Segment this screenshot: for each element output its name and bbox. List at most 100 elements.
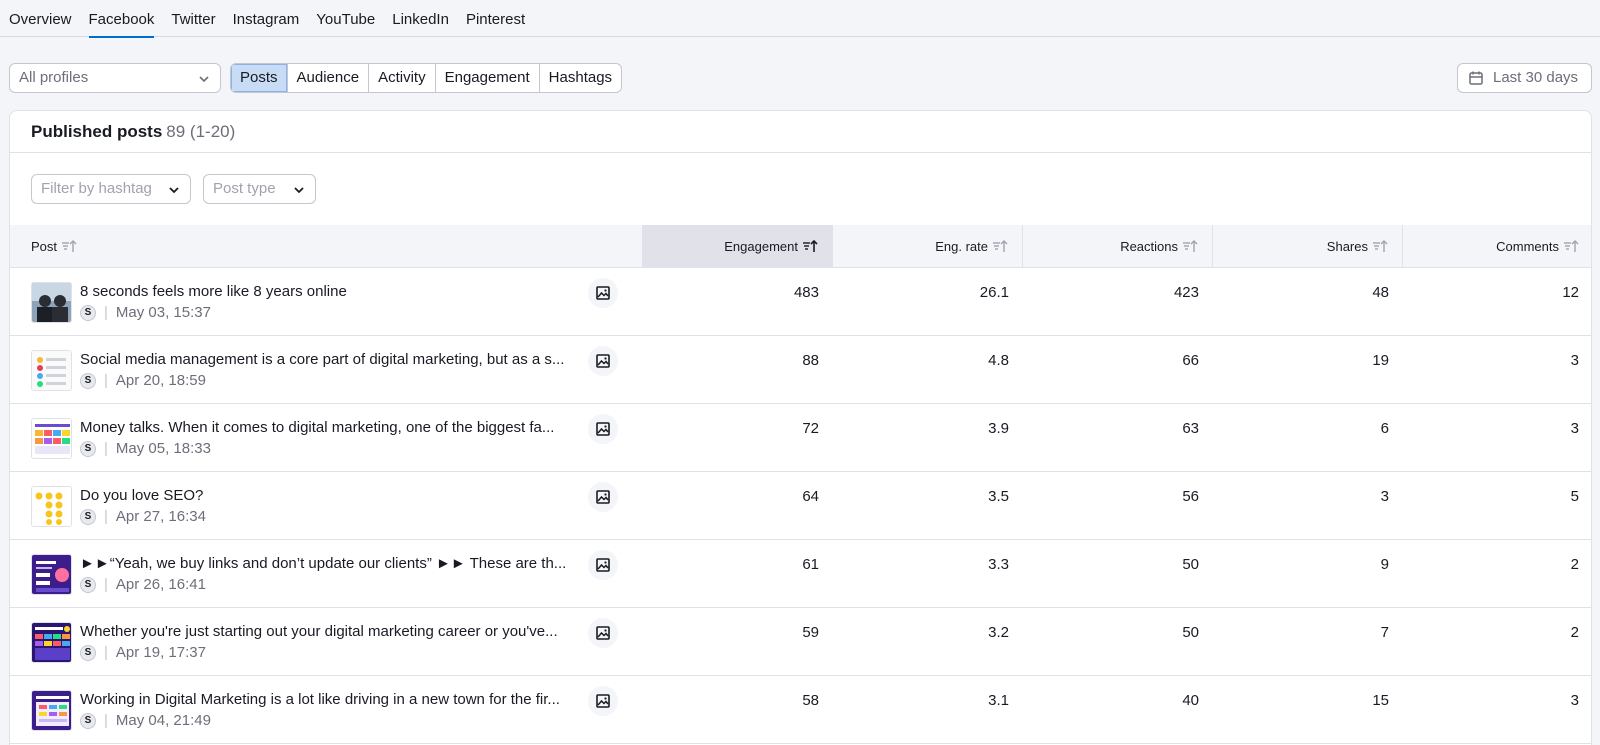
cell-shares: 3: [1380, 488, 1389, 505]
post-thumbnail[interactable]: [31, 622, 72, 663]
post-type-image[interactable]: [588, 346, 618, 376]
divider: |: [104, 644, 108, 661]
divider: |: [104, 304, 108, 321]
cell-engagement: 483: [793, 284, 819, 301]
post-thumbnail[interactable]: [31, 350, 72, 391]
cell-comments: 5: [1570, 488, 1579, 505]
column-shares[interactable]: Shares: [1213, 225, 1403, 268]
post-meta: S | May 03, 15:37: [80, 304, 211, 321]
tab-pinterest[interactable]: Pinterest: [466, 0, 525, 37]
column-post-label: Post: [31, 239, 58, 254]
table-header: Post Engagement Eng. rate Reactions Shar…: [10, 225, 1591, 268]
post-text[interactable]: 8 seconds feels more like 8 years online: [80, 283, 585, 300]
profile-badge: S: [80, 440, 96, 457]
hashtag-filter[interactable]: Filter by hashtag: [31, 174, 191, 204]
post-thumbnail[interactable]: [31, 282, 72, 323]
tab-instagram[interactable]: Instagram: [233, 0, 300, 37]
segment-audience[interactable]: Audience: [288, 64, 370, 92]
cell-engagement: 72: [802, 420, 819, 437]
tab-youtube[interactable]: YouTube: [316, 0, 375, 37]
post-text[interactable]: Whether you're just starting out your di…: [80, 623, 585, 640]
cell-eng-rate: 3.3: [988, 556, 1009, 573]
table-row[interactable]: Whether you're just starting out your di…: [10, 608, 1591, 676]
post-meta: S | Apr 26, 16:41: [80, 576, 206, 593]
cell-eng-rate: 4.8: [988, 352, 1009, 369]
post-type-image[interactable]: [588, 278, 618, 308]
table-row[interactable]: Money talks. When it comes to digital ma…: [10, 404, 1591, 472]
profile-badge: S: [80, 644, 96, 661]
post-meta: S | Apr 27, 16:34: [80, 508, 206, 525]
cell-reactions: 63: [1182, 420, 1199, 437]
tab-linkedin[interactable]: LinkedIn: [392, 0, 449, 37]
post-type-image[interactable]: [588, 550, 618, 580]
post-text[interactable]: Money talks. When it comes to digital ma…: [80, 419, 585, 436]
cell-shares: 15: [1372, 692, 1389, 709]
cell-comments: 2: [1570, 556, 1579, 573]
profile-select[interactable]: All profiles: [9, 63, 221, 93]
segment-hashtags[interactable]: Hashtags: [540, 64, 621, 92]
column-post[interactable]: Post: [10, 225, 643, 268]
post-thumbnail[interactable]: [31, 554, 72, 595]
post-meta: S | May 04, 21:49: [80, 712, 211, 729]
divider: |: [104, 576, 108, 593]
post-thumbnail[interactable]: [31, 486, 72, 527]
table-row[interactable]: Working in Digital Marketing is a lot li…: [10, 676, 1591, 744]
segment-posts[interactable]: Posts: [231, 64, 288, 92]
post-type-filter[interactable]: Post type: [203, 174, 316, 204]
column-comments-label: Comments: [1496, 239, 1559, 254]
post-type-image[interactable]: [588, 686, 618, 716]
sort-icon: [1564, 240, 1579, 252]
segment-engagement[interactable]: Engagement: [436, 64, 540, 92]
sort-icon: [62, 240, 77, 252]
tab-overview[interactable]: Overview: [9, 0, 72, 37]
date-range-button[interactable]: Last 30 days: [1457, 63, 1592, 93]
post-date: May 04, 21:49: [115, 712, 211, 729]
post-text[interactable]: Do you love SEO?: [80, 487, 585, 504]
table-row[interactable]: Social media management is a core part o…: [10, 336, 1591, 404]
cell-comments: 3: [1570, 692, 1579, 709]
table-row[interactable]: 8 seconds feels more like 8 years online…: [10, 268, 1591, 336]
cell-reactions: 423: [1173, 284, 1199, 301]
cell-engagement: 61: [802, 556, 819, 573]
tab-facebook[interactable]: Facebook: [88, 0, 154, 38]
post-thumbnail[interactable]: [31, 418, 72, 459]
post-date: May 03, 15:37: [115, 304, 211, 321]
profile-badge: S: [80, 712, 96, 729]
posts-count: 89 (1-20): [166, 122, 236, 141]
column-engagement[interactable]: Engagement: [643, 225, 833, 268]
post-type-image[interactable]: [588, 618, 618, 648]
cell-comments: 12: [1562, 284, 1579, 301]
hashtag-filter-label: Filter by hashtag: [41, 180, 152, 197]
profile-badge: S: [80, 304, 96, 321]
cell-reactions: 50: [1182, 624, 1199, 641]
cell-eng-rate: 26.1: [979, 284, 1009, 301]
cell-reactions: 50: [1182, 556, 1199, 573]
column-comments[interactable]: Comments: [1403, 225, 1593, 268]
chevron-down-icon: [199, 76, 209, 83]
column-eng-rate[interactable]: Eng. rate: [833, 225, 1023, 268]
cell-shares: 48: [1372, 284, 1389, 301]
post-text[interactable]: Working in Digital Marketing is a lot li…: [80, 691, 585, 708]
table-row[interactable]: Do you love SEO? S | Apr 27, 16:34 64 3.5 …: [10, 472, 1591, 540]
cell-engagement: 59: [802, 624, 819, 641]
table-row[interactable]: ►►“Yeah, we buy links and don’t update o…: [10, 540, 1591, 608]
post-type-filter-label: Post type: [213, 180, 276, 197]
chevron-down-icon: [169, 187, 179, 194]
post-type-image[interactable]: [588, 414, 618, 444]
cell-eng-rate: 3.5: [988, 488, 1009, 505]
divider: |: [104, 372, 108, 389]
post-text[interactable]: ►►“Yeah, we buy links and don’t update o…: [80, 555, 585, 572]
post-date: Apr 20, 18:59: [115, 372, 206, 389]
post-type-image[interactable]: [588, 482, 618, 512]
segment-activity[interactable]: Activity: [369, 64, 436, 92]
column-reactions[interactable]: Reactions: [1023, 225, 1213, 268]
sort-icon: [1373, 240, 1388, 252]
tab-twitter[interactable]: Twitter: [171, 0, 215, 37]
post-text[interactable]: Social media management is a core part o…: [80, 351, 585, 368]
profile-badge: S: [80, 508, 96, 525]
post-meta: S | Apr 20, 18:59: [80, 372, 206, 389]
post-thumbnail[interactable]: [31, 690, 72, 731]
column-shares-label: Shares: [1326, 239, 1368, 254]
column-eng-rate-label: Eng. rate: [935, 239, 988, 254]
post-date: May 05, 18:33: [115, 440, 211, 457]
